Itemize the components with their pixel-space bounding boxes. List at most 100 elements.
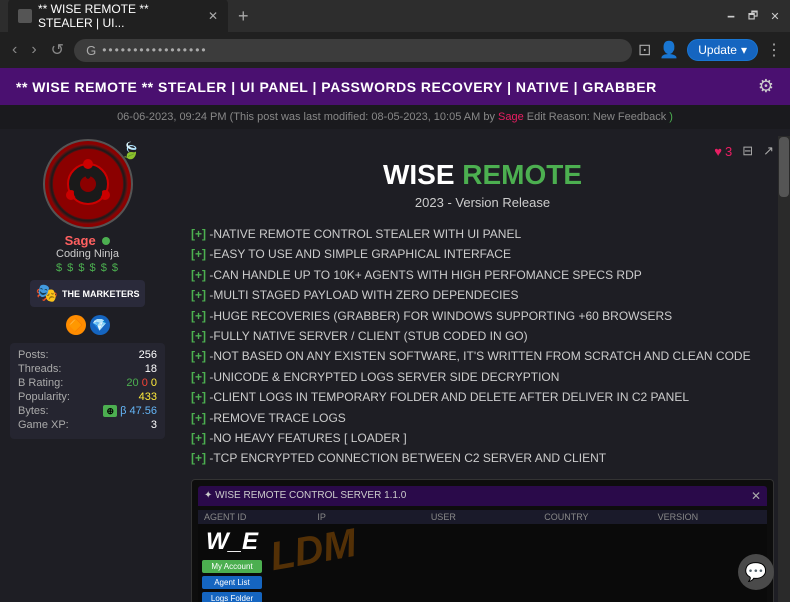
list-item: [+] -REMOVE TRACE LOGS bbox=[191, 408, 774, 428]
badge-orange: 🔶 bbox=[66, 315, 86, 335]
chat-bubble[interactable]: 💬 bbox=[738, 554, 774, 590]
preview-column-header: IP bbox=[317, 512, 420, 522]
preview-column-header: VERSION bbox=[658, 512, 761, 522]
url-text: ••••••••••••••••• bbox=[102, 43, 207, 57]
post-subtitle: 2023 - Version Release bbox=[191, 195, 774, 210]
list-item: [+] -HUGE RECOVERIES (GRABBER) FOR WINDO… bbox=[191, 306, 774, 326]
online-dot bbox=[102, 237, 110, 245]
preview-column-header: AGENT ID bbox=[204, 512, 307, 522]
share-reaction[interactable]: ⊟ bbox=[742, 143, 753, 159]
site-header: ** WISE REMOTE ** STEALER | UI PANEL | P… bbox=[0, 68, 790, 105]
stat-threads: Threads: 18 bbox=[18, 363, 157, 375]
stat-posts: Posts: 256 bbox=[18, 349, 157, 361]
user-title: Coding Ninja bbox=[56, 248, 119, 260]
window-controls: 🗕 🗗 ✕ bbox=[724, 9, 782, 23]
tab-close-button[interactable]: ✕ bbox=[208, 9, 218, 23]
google-icon: G bbox=[86, 43, 96, 58]
extensions-icon[interactable]: ⊡ bbox=[638, 40, 651, 60]
forward-button[interactable]: › bbox=[27, 39, 40, 61]
sharingan-avatar bbox=[48, 144, 128, 224]
post-meta-text: (This post was last modified: 08-05-2023… bbox=[230, 111, 495, 123]
preview-title: ✦ WISE REMOTE CONTROL SERVER 1.1.0 bbox=[204, 490, 406, 501]
minimize-button[interactable]: 🗕 bbox=[724, 9, 738, 23]
stat-popularity: Popularity: 433 bbox=[18, 391, 157, 403]
preview-content: LDM bbox=[270, 528, 763, 602]
post-edit-link[interactable]: ) bbox=[669, 111, 673, 123]
preview-button[interactable]: My Account bbox=[202, 560, 262, 573]
update-button[interactable]: Update ▾ bbox=[687, 39, 758, 61]
feature-list: [+] -NATIVE REMOTE CONTROL STEALER WITH … bbox=[191, 224, 774, 469]
settings-icon[interactable]: ⚙ bbox=[758, 76, 774, 97]
preview-column-header: COUNTRY bbox=[544, 512, 647, 522]
post-title: WISE REMOTE bbox=[191, 159, 774, 191]
browser-nav: ‹ › ↺ G ••••••••••••••••• ⊡ 👤 Update ▾ ⋮ bbox=[0, 32, 790, 68]
update-chevron-icon: ▾ bbox=[741, 43, 747, 57]
heart-reaction[interactable]: ♥ 3 bbox=[714, 143, 732, 159]
screenshot-preview: ✦ WISE REMOTE CONTROL SERVER 1.1.0 ✕ AGE… bbox=[191, 479, 774, 602]
sidebar: 🍃 Sage Coding Ninja $ $ $ $ $ $ 🎭 THE MA… bbox=[0, 129, 175, 602]
org-name: THE MARKETERS bbox=[62, 289, 140, 299]
preview-buttons: My Account Agent List Logs Folder bbox=[202, 560, 262, 602]
preview-body: W_E My Account Agent List Logs Folder LDM bbox=[198, 524, 767, 602]
tab-favicon bbox=[18, 9, 32, 23]
preview-column-header: USER bbox=[431, 512, 534, 522]
refresh-button[interactable]: ↺ bbox=[47, 38, 68, 62]
profile-icon[interactable]: 👤 bbox=[659, 40, 679, 60]
user-money: $ $ $ $ $ $ bbox=[56, 262, 119, 274]
leaf-icon: 🍃 bbox=[121, 141, 141, 161]
new-tab-button[interactable]: + bbox=[232, 6, 255, 27]
list-item: [+] -NATIVE REMOTE CONTROL STEALER WITH … bbox=[191, 224, 774, 244]
preview-sidebar: W_E My Account Agent List Logs Folder bbox=[202, 528, 262, 602]
preview-button[interactable]: Agent List bbox=[202, 576, 262, 589]
list-item: [+] -EASY TO USE AND SIMPLE GRAPHICAL IN… bbox=[191, 244, 774, 264]
site-header-title: ** WISE REMOTE ** STEALER | UI PANEL | P… bbox=[16, 79, 657, 95]
scrollbar-track[interactable] bbox=[778, 136, 790, 602]
page-content: ** WISE REMOTE ** STEALER | UI PANEL | P… bbox=[0, 68, 790, 602]
list-item: [+] -MULTI STAGED PAYLOAD WITH ZERO DEPE… bbox=[191, 285, 774, 305]
badges-container: 🔶 💎 bbox=[66, 315, 110, 335]
active-tab[interactable]: ** WISE REMOTE ** STEALER | UI... ✕ bbox=[8, 0, 228, 34]
stat-brating: B Rating: 20 0 0 bbox=[18, 377, 157, 389]
tab-label: ** WISE REMOTE ** STEALER | UI... bbox=[38, 2, 196, 30]
preview-table-header: AGENT ID IP USER COUNTRY VERSION bbox=[198, 510, 767, 524]
nav-icons: ⊡ 👤 Update ▾ ⋮ bbox=[638, 39, 782, 61]
main-layout: 🍃 Sage Coding Ninja $ $ $ $ $ $ 🎭 THE MA… bbox=[0, 129, 790, 602]
bookmark-icon: ⊟ bbox=[742, 143, 753, 159]
list-item: [+] -FULLY NATIVE SERVER / CLIENT (STUB … bbox=[191, 326, 774, 346]
preview-logo: W_E bbox=[202, 528, 262, 556]
post-date: 06-06-2023, 09:24 PM bbox=[117, 111, 226, 123]
browser-chrome: ** WISE REMOTE ** STEALER | UI... ✕ + 🗕 … bbox=[0, 0, 790, 68]
url-bar[interactable]: G ••••••••••••••••• bbox=[74, 39, 632, 62]
preview-watermark: LDM bbox=[267, 521, 360, 580]
scrollbar-thumb[interactable] bbox=[779, 137, 789, 197]
preview-close-icon[interactable]: ✕ bbox=[751, 489, 761, 503]
browser-tabs: ** WISE REMOTE ** STEALER | UI... ✕ + bbox=[8, 0, 724, 34]
list-item: [+] -NOT BASED ON ANY EXISTEN SOFTWARE, … bbox=[191, 346, 774, 366]
list-item: [+] -UNICODE & ENCRYPTED LOGS SERVER SID… bbox=[191, 367, 774, 387]
maximize-button[interactable]: 🗗 bbox=[746, 9, 760, 23]
list-item: [+] -NO HEAVY FEATURES [ LOADER ] bbox=[191, 428, 774, 448]
heart-icon: ♥ bbox=[714, 144, 722, 159]
user-stats: Posts: 256 Threads: 18 B Rating: 20 0 0 bbox=[10, 343, 165, 439]
badge-blue: 💎 bbox=[90, 315, 110, 335]
stat-gamexp: Game XP: 3 bbox=[18, 419, 157, 431]
preview-button[interactable]: Logs Folder bbox=[202, 592, 262, 602]
list-item: [+] -CLIENT LOGS IN TEMPORARY FOLDER AND… bbox=[191, 387, 774, 407]
back-button[interactable]: ‹ bbox=[8, 39, 21, 61]
sharingan-svg bbox=[53, 149, 123, 219]
link-reaction[interactable]: ↗ bbox=[763, 143, 774, 159]
preview-titlebar: ✦ WISE REMOTE CONTROL SERVER 1.1.0 ✕ bbox=[198, 486, 767, 506]
username: Sage bbox=[65, 233, 111, 248]
browser-title-bar: ** WISE REMOTE ** STEALER | UI... ✕ + 🗕 … bbox=[0, 0, 790, 32]
list-item: [+] -TCP ENCRYPTED CONNECTION BETWEEN C2… bbox=[191, 448, 774, 468]
link-icon: ↗ bbox=[763, 143, 774, 159]
beta-icon: ⊕ bbox=[103, 405, 117, 417]
post-meta: 06-06-2023, 09:24 PM (This post was last… bbox=[0, 105, 790, 129]
close-button[interactable]: ✕ bbox=[768, 9, 782, 23]
post-body: ♥ 3 ⊟ ↗ WISE REMOTE 2023 - Version Relea… bbox=[175, 129, 790, 602]
org-logo-icon: 🎭 bbox=[36, 283, 58, 304]
org-badge: 🎭 THE MARKETERS bbox=[30, 280, 146, 307]
menu-icon[interactable]: ⋮ bbox=[766, 40, 782, 60]
stat-bytes: Bytes: ⊕ β 47.56 bbox=[18, 405, 157, 417]
list-item: [+] -CAN HANDLE UP TO 10K+ AGENTS WITH H… bbox=[191, 265, 774, 285]
